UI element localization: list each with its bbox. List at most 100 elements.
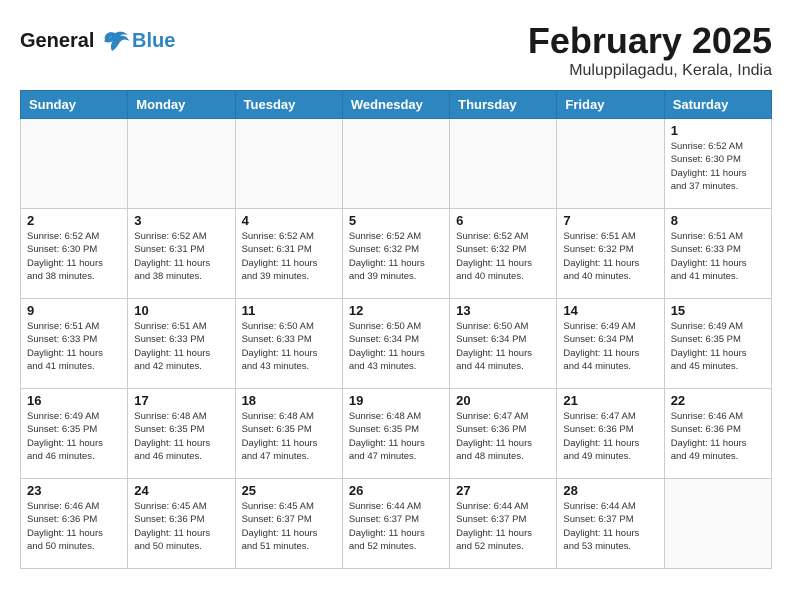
day-info: Sunrise: 6:48 AM Sunset: 6:35 PM Dayligh… [242, 410, 336, 463]
day-info: Sunrise: 6:51 AM Sunset: 6:32 PM Dayligh… [563, 230, 657, 283]
calendar-day-cell: 18 Sunrise: 6:48 AM Sunset: 6:35 PM Dayli… [235, 389, 342, 479]
calendar-header-thursday: Thursday [450, 91, 557, 119]
day-info: Sunrise: 6:45 AM Sunset: 6:36 PM Dayligh… [134, 500, 228, 553]
day-number: 27 [456, 483, 550, 498]
day-number: 23 [27, 483, 121, 498]
logo: General Blue [20, 30, 175, 53]
calendar-title: February 2025 [528, 20, 772, 62]
day-info: Sunrise: 6:48 AM Sunset: 6:35 PM Dayligh… [134, 410, 228, 463]
day-number: 9 [27, 303, 121, 318]
day-info: Sunrise: 6:49 AM Sunset: 6:35 PM Dayligh… [671, 320, 765, 373]
calendar-week-row-1: 1 Sunrise: 6:52 AM Sunset: 6:30 PM Daylig… [21, 119, 772, 209]
calendar-day-cell: 20Sunrise: 6:47 AM Sunset: 6:36 PM Dayli… [450, 389, 557, 479]
calendar-day-cell: 19 Sunrise: 6:48 AM Sunset: 6:35 PM Dayli… [342, 389, 449, 479]
calendar-week-row-3: 9 Sunrise: 6:51 AM Sunset: 6:33 PM Daylig… [21, 299, 772, 389]
day-number: 19 [349, 393, 443, 408]
day-info: Sunrise: 6:52 AM Sunset: 6:31 PM Dayligh… [242, 230, 336, 283]
calendar-day-cell [235, 119, 342, 209]
day-number: 1 [671, 123, 765, 138]
day-number: 8 [671, 213, 765, 228]
calendar-day-cell: 14 Sunrise: 6:49 AM Sunset: 6:34 PM Dayli… [557, 299, 664, 389]
calendar-day-cell: 26Sunrise: 6:44 AM Sunset: 6:37 PM Dayli… [342, 479, 449, 569]
day-number: 12 [349, 303, 443, 318]
calendar-subtitle: Muluppilagadu, Kerala, India [528, 62, 772, 80]
day-info: Sunrise: 6:45 AM Sunset: 6:37 PM Dayligh… [242, 500, 336, 553]
header: General Blue February 2025 Muluppilagadu… [20, 20, 772, 80]
calendar-day-cell: 16 Sunrise: 6:49 AM Sunset: 6:35 PM Dayli… [21, 389, 128, 479]
day-info: Sunrise: 6:50 AM Sunset: 6:33 PM Dayligh… [242, 320, 336, 373]
calendar-day-cell: 15 Sunrise: 6:49 AM Sunset: 6:35 PM Dayli… [664, 299, 771, 389]
day-number: 28 [563, 483, 657, 498]
day-number: 11 [242, 303, 336, 318]
day-number: 10 [134, 303, 228, 318]
day-info: Sunrise: 6:52 AM Sunset: 6:30 PM Dayligh… [671, 140, 765, 193]
day-number: 20 [456, 393, 550, 408]
day-number: 18 [242, 393, 336, 408]
day-info: Sunrise: 6:49 AM Sunset: 6:35 PM Dayligh… [27, 410, 121, 463]
calendar-day-cell: 5 Sunrise: 6:52 AM Sunset: 6:32 PM Daylig… [342, 209, 449, 299]
logo-text-general: General [20, 30, 94, 52]
calendar-day-cell [128, 119, 235, 209]
day-info: Sunrise: 6:44 AM Sunset: 6:37 PM Dayligh… [349, 500, 443, 553]
day-info: Sunrise: 6:52 AM Sunset: 6:30 PM Dayligh… [27, 230, 121, 283]
day-number: 22 [671, 393, 765, 408]
calendar-day-cell: 11 Sunrise: 6:50 AM Sunset: 6:33 PM Dayli… [235, 299, 342, 389]
calendar-week-row-5: 23 Sunrise: 6:46 AM Sunset: 6:36 PM Dayli… [21, 479, 772, 569]
day-number: 24 [134, 483, 228, 498]
day-info: Sunrise: 6:49 AM Sunset: 6:34 PM Dayligh… [563, 320, 657, 373]
calendar-day-cell: 7 Sunrise: 6:51 AM Sunset: 6:32 PM Daylig… [557, 209, 664, 299]
calendar-header-saturday: Saturday [664, 91, 771, 119]
day-number: 7 [563, 213, 657, 228]
calendar-day-cell [21, 119, 128, 209]
day-info: Sunrise: 6:44 AM Sunset: 6:37 PM Dayligh… [563, 500, 657, 553]
day-number: 25 [242, 483, 336, 498]
day-info: Sunrise: 6:50 AM Sunset: 6:34 PM Dayligh… [456, 320, 550, 373]
title-section: February 2025 Muluppilagadu, Kerala, Ind… [528, 20, 772, 80]
calendar-header-friday: Friday [557, 91, 664, 119]
day-number: 14 [563, 303, 657, 318]
day-number: 17 [134, 393, 228, 408]
calendar-day-cell: 9 Sunrise: 6:51 AM Sunset: 6:33 PM Daylig… [21, 299, 128, 389]
day-number: 16 [27, 393, 121, 408]
calendar-day-cell: 27 Sunrise: 6:44 AM Sunset: 6:37 PM Dayli… [450, 479, 557, 569]
day-number: 3 [134, 213, 228, 228]
calendar-day-cell: 2 Sunrise: 6:52 AM Sunset: 6:30 PM Daylig… [21, 209, 128, 299]
day-number: 6 [456, 213, 550, 228]
calendar-header-row: SundayMondayTuesdayWednesdayThursdayFrid… [21, 91, 772, 119]
calendar-day-cell: 12 Sunrise: 6:50 AM Sunset: 6:34 PM Dayli… [342, 299, 449, 389]
day-number: 4 [242, 213, 336, 228]
calendar-day-cell: 24 Sunrise: 6:45 AM Sunset: 6:36 PM Dayli… [128, 479, 235, 569]
calendar-day-cell: 3 Sunrise: 6:52 AM Sunset: 6:31 PM Daylig… [128, 209, 235, 299]
day-number: 21 [563, 393, 657, 408]
calendar-day-cell: 13Sunrise: 6:50 AM Sunset: 6:34 PM Dayli… [450, 299, 557, 389]
day-info: Sunrise: 6:52 AM Sunset: 6:32 PM Dayligh… [349, 230, 443, 283]
day-info: Sunrise: 6:50 AM Sunset: 6:34 PM Dayligh… [349, 320, 443, 373]
calendar-week-row-2: 2 Sunrise: 6:52 AM Sunset: 6:30 PM Daylig… [21, 209, 772, 299]
day-number: 5 [349, 213, 443, 228]
day-number: 15 [671, 303, 765, 318]
calendar-header-wednesday: Wednesday [342, 91, 449, 119]
calendar-day-cell: 25 Sunrise: 6:45 AM Sunset: 6:37 PM Dayli… [235, 479, 342, 569]
day-info: Sunrise: 6:52 AM Sunset: 6:32 PM Dayligh… [456, 230, 550, 283]
day-info: Sunrise: 6:51 AM Sunset: 6:33 PM Dayligh… [134, 320, 228, 373]
day-info: Sunrise: 6:52 AM Sunset: 6:31 PM Dayligh… [134, 230, 228, 283]
calendar-day-cell: 8 Sunrise: 6:51 AM Sunset: 6:33 PM Daylig… [664, 209, 771, 299]
logo-bird-icon [102, 31, 130, 53]
calendar-day-cell [342, 119, 449, 209]
logo-text-blue: Blue [132, 30, 175, 53]
day-info: Sunrise: 6:46 AM Sunset: 6:36 PM Dayligh… [671, 410, 765, 463]
calendar-header-monday: Monday [128, 91, 235, 119]
calendar-header-tuesday: Tuesday [235, 91, 342, 119]
calendar-day-cell: 23 Sunrise: 6:46 AM Sunset: 6:36 PM Dayli… [21, 479, 128, 569]
calendar-table: SundayMondayTuesdayWednesdayThursdayFrid… [20, 90, 772, 569]
day-info: Sunrise: 6:48 AM Sunset: 6:35 PM Dayligh… [349, 410, 443, 463]
day-info: Sunrise: 6:51 AM Sunset: 6:33 PM Dayligh… [671, 230, 765, 283]
calendar-week-row-4: 16 Sunrise: 6:49 AM Sunset: 6:35 PM Dayli… [21, 389, 772, 479]
day-info: Sunrise: 6:51 AM Sunset: 6:33 PM Dayligh… [27, 320, 121, 373]
day-info: Sunrise: 6:44 AM Sunset: 6:37 PM Dayligh… [456, 500, 550, 553]
calendar-day-cell: 28 Sunrise: 6:44 AM Sunset: 6:37 PM Dayli… [557, 479, 664, 569]
day-info: Sunrise: 6:46 AM Sunset: 6:36 PM Dayligh… [27, 500, 121, 553]
calendar-day-cell: 22 Sunrise: 6:46 AM Sunset: 6:36 PM Dayli… [664, 389, 771, 479]
day-number: 2 [27, 213, 121, 228]
calendar-day-cell: 4 Sunrise: 6:52 AM Sunset: 6:31 PM Daylig… [235, 209, 342, 299]
